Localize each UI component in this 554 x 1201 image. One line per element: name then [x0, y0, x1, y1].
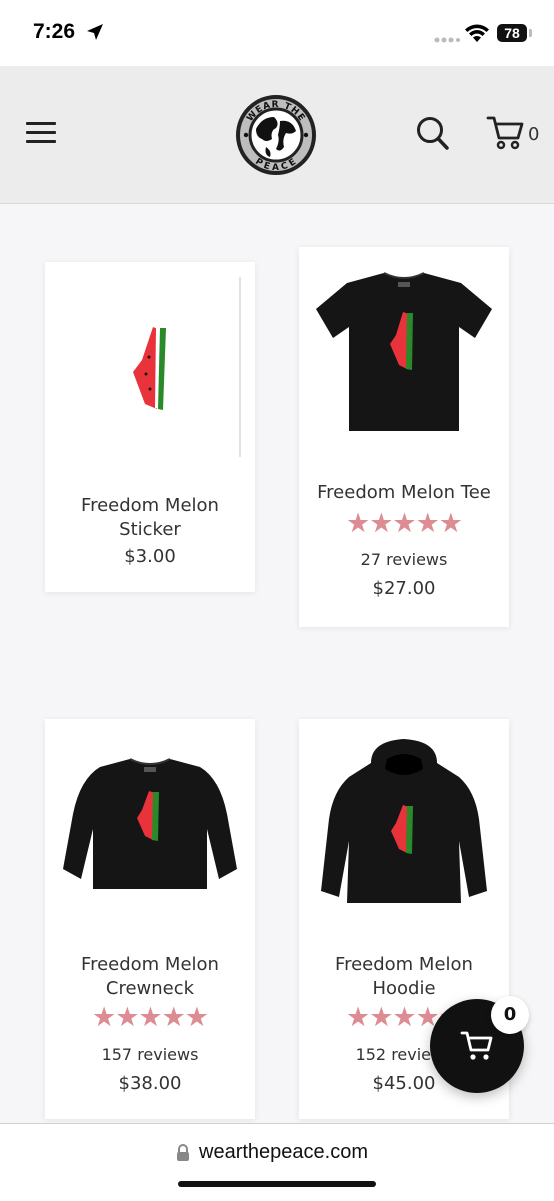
- browser-url[interactable]: wearthepeace.com: [199, 1141, 368, 1164]
- cart-icon[interactable]: [486, 114, 524, 152]
- product-price: $38.00: [118, 1073, 182, 1094]
- battery-icon: 78: [497, 24, 527, 42]
- status-time: 7:26: [33, 20, 76, 43]
- product-price: $27.00: [372, 578, 436, 599]
- menu-icon[interactable]: [26, 122, 56, 144]
- product-card-crewneck[interactable]: Freedom Melon Crewneck ★★★★★ 157 reviews…: [45, 719, 255, 1119]
- product-title[interactable]: Freedom Melon Crewneck: [45, 953, 255, 1001]
- rating-stars: ★★★★★: [345, 508, 463, 539]
- review-count[interactable]: 27 reviews: [299, 550, 509, 569]
- browser-url-bar[interactable]: wearthepeace.com: [0, 1123, 554, 1201]
- battery-nub: [529, 29, 532, 37]
- product-title[interactable]: Freedom Melon Hoodie: [299, 953, 509, 1001]
- melon-hoodie-image: [321, 739, 487, 903]
- product-title[interactable]: Freedom Melon Tee: [299, 481, 509, 505]
- melon-tee-image: [316, 272, 492, 431]
- melon-sticker-image: [133, 277, 241, 457]
- review-count[interactable]: 157 reviews: [45, 1045, 255, 1064]
- product-price: $3.00: [124, 546, 176, 567]
- rating-stars: ★★★★★: [91, 1002, 209, 1033]
- product-card-sticker[interactable]: Freedom Melon Sticker $3.00: [45, 262, 255, 592]
- product-title[interactable]: Freedom Melon Sticker: [45, 494, 255, 542]
- location-arrow-icon: [87, 24, 103, 40]
- floating-cart-count: 0: [491, 996, 529, 1034]
- cart-icon: [460, 1031, 493, 1060]
- signal-dots-icon: [434, 37, 460, 43]
- search-icon[interactable]: [416, 116, 450, 152]
- lock-icon: [177, 1144, 189, 1161]
- home-indicator[interactable]: [178, 1181, 376, 1187]
- wifi-icon: [465, 24, 489, 42]
- melon-crewneck-image: [63, 758, 237, 889]
- product-card-tee[interactable]: Freedom Melon Tee ★★★★★ 27 reviews $27.0…: [299, 247, 509, 627]
- cart-count[interactable]: 0: [528, 124, 539, 145]
- logo[interactable]: WEAR THE PEACE: [236, 95, 316, 175]
- site-header: WEAR THE PEACE 0: [0, 66, 554, 204]
- status-bar: 7:26 78: [0, 0, 554, 66]
